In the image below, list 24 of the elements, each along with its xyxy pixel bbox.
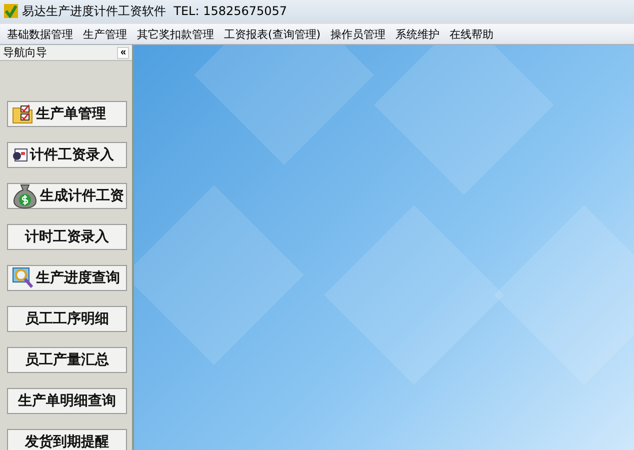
nav-button[interactable]: 员工工序明细 [7,306,127,332]
menu-item[interactable]: 生产管理 [78,26,132,42]
panel-title: 导航向导 [3,45,47,60]
nav-button[interactable]: 计时工资录入 [7,224,127,250]
collapse-button[interactable]: « [117,46,129,58]
folder-checklist-icon [12,104,34,124]
menu-item[interactable]: 在线帮助 [444,26,499,42]
nav-button[interactable]: 计件工资录入 [7,142,127,168]
menu-item[interactable]: 基础数据管理 [2,26,78,42]
menu-item[interactable]: 工资报表(查询管理) [219,26,326,42]
nav-button[interactable]: 员工产量汇总 [7,347,127,373]
nav-button[interactable]: 发货到期提醒 [7,429,127,450]
nav-button[interactable]: 生成计件工资 [7,183,127,209]
window-title: 易达生产进度计件工资软件 TEL: 15825675057 [22,2,288,20]
money-bag-icon [12,183,38,209]
nav-button[interactable]: 生产进度查询 [7,265,127,291]
nav-button[interactable]: 生产单管理 [7,101,127,127]
menu-item[interactable]: 操作员管理 [326,26,391,42]
card-icon [12,147,28,163]
check-logo-icon [4,4,18,18]
menu-item[interactable]: 系统维护 [390,26,445,42]
menu-item[interactable]: 其它奖扣款管理 [132,26,219,42]
magnifier-icon [12,267,34,289]
nav-button[interactable]: 生产单明细查询 [7,388,127,414]
